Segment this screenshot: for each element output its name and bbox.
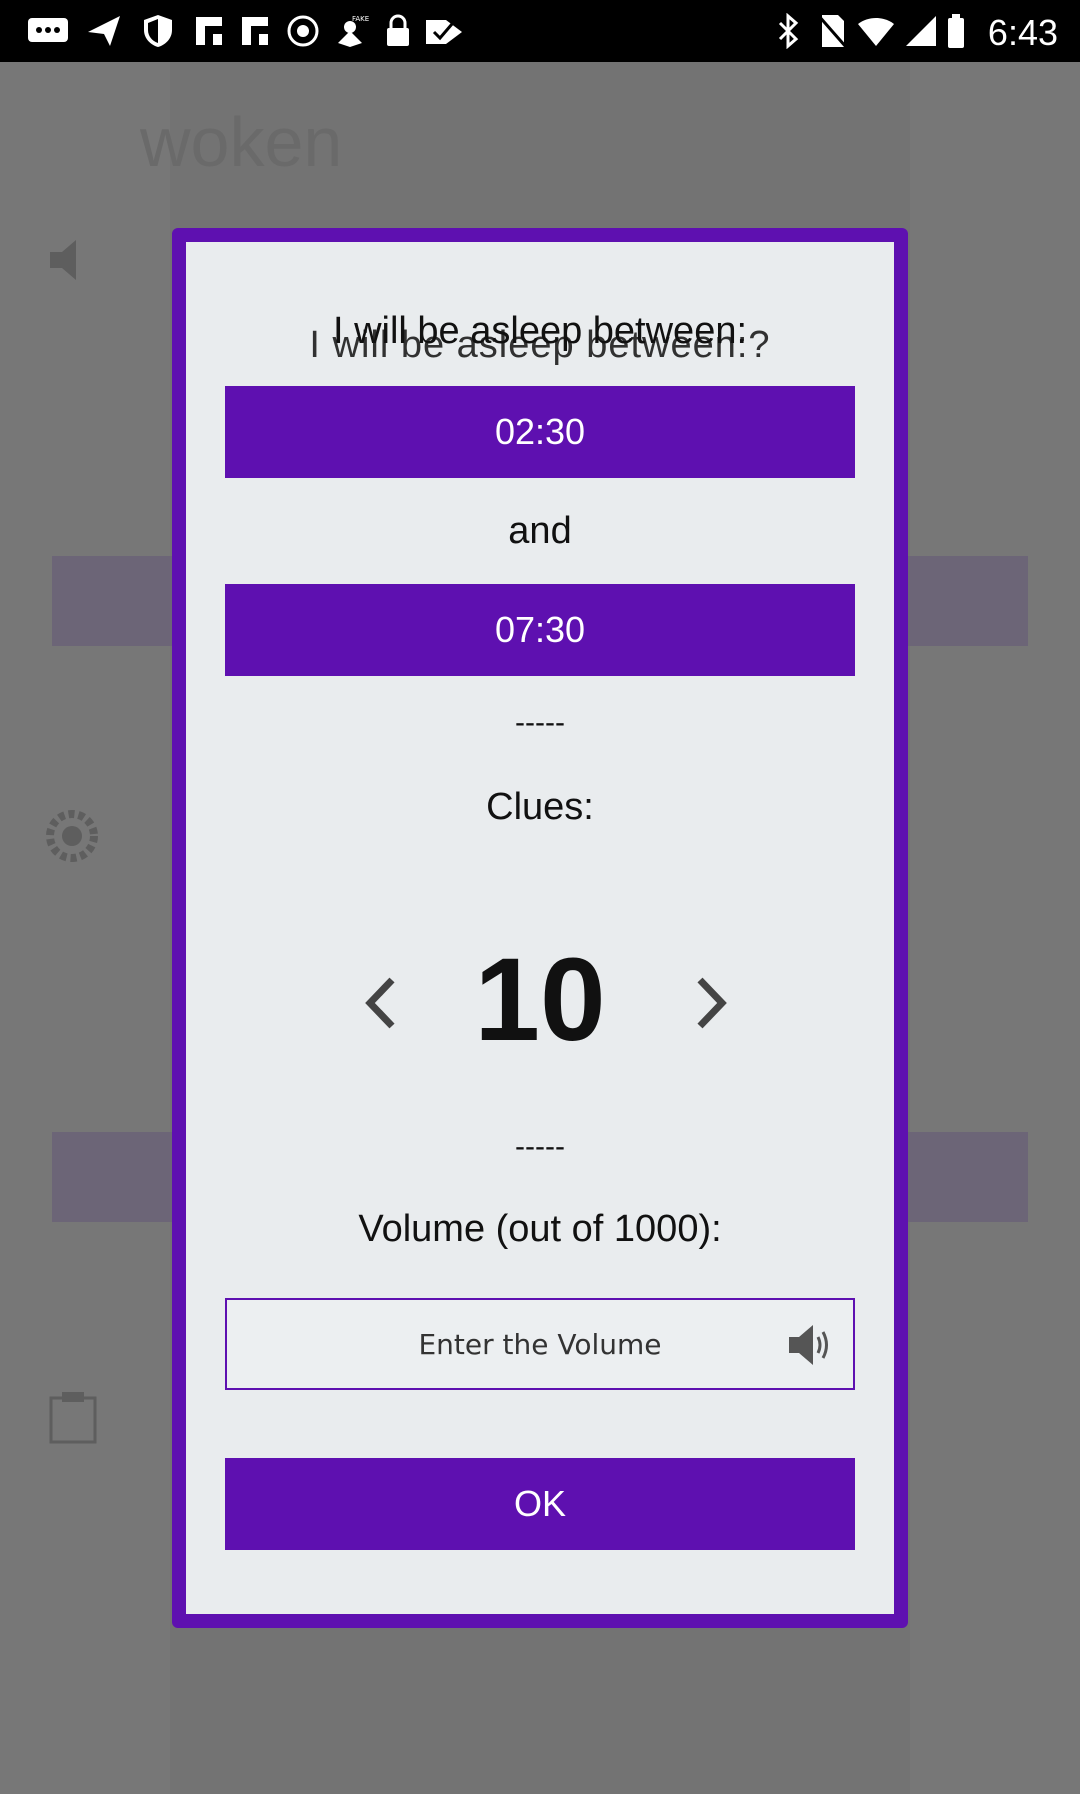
separator: ----- xyxy=(515,1130,565,1163)
no-sim-icon xyxy=(816,14,848,48)
send-icon xyxy=(86,14,122,48)
speaker-icon xyxy=(44,232,100,301)
battery-icon xyxy=(946,14,966,48)
separator: ----- xyxy=(515,706,565,739)
fake-gps-icon: FAKE xyxy=(330,14,370,48)
clues-stepper: 10 xyxy=(186,932,894,1072)
sleep-settings-dialog: I will be asleep between: I will be asle… xyxy=(186,242,894,1614)
target-icon xyxy=(286,14,320,48)
volume-label: Volume (out of 1000): xyxy=(358,1208,722,1250)
clues-label: Clues: xyxy=(486,786,594,828)
flipboard-icon xyxy=(194,14,224,48)
bluetooth-icon xyxy=(776,13,802,49)
svg-text:FAKE: FAKE xyxy=(352,15,369,23)
chevron-right-icon[interactable] xyxy=(684,976,738,1030)
volume-input[interactable] xyxy=(298,1326,782,1362)
start-time-button[interactable]: 02:30 xyxy=(225,386,855,478)
background-app-title: woken xyxy=(140,103,343,181)
flipboard-icon xyxy=(240,14,270,48)
and-label: and xyxy=(508,510,572,552)
ok-button[interactable]: OK xyxy=(225,1458,855,1550)
lock-icon xyxy=(384,14,412,48)
clues-value: 10 xyxy=(474,934,606,1066)
shield-icon xyxy=(142,14,174,48)
clock: 6:43 xyxy=(987,12,1058,53)
checkmark-icon xyxy=(424,14,464,48)
status-bar: FAKE 6:43 xyxy=(0,0,1080,62)
dialog-title-overlap: I will be asleep between:? xyxy=(309,324,771,366)
wifi-icon xyxy=(856,14,896,48)
cell-signal-icon xyxy=(904,14,938,48)
calendar-icon xyxy=(48,1390,98,1459)
end-time-button[interactable]: 07:30 xyxy=(225,584,855,676)
gear-icon xyxy=(44,808,100,877)
chat-icon xyxy=(26,14,70,48)
speaker-icon xyxy=(787,1322,835,1368)
volume-field xyxy=(225,1298,855,1390)
chevron-left-icon[interactable] xyxy=(354,976,408,1030)
